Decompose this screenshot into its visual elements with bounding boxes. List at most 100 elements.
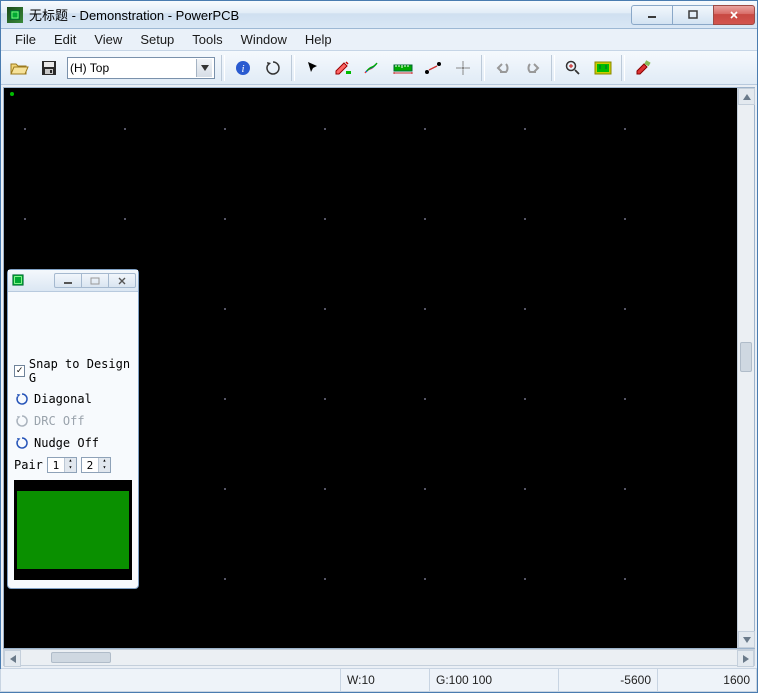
scroll-up-icon[interactable] (738, 88, 755, 105)
grid-dot (624, 578, 626, 580)
nudge-label: Nudge Off (34, 436, 99, 450)
highlight-button[interactable] (329, 54, 357, 82)
info-button[interactable]: i (229, 54, 257, 82)
panel-maximize-button[interactable] (81, 273, 109, 288)
menu-help[interactable]: Help (297, 30, 340, 49)
grid-dot (324, 578, 326, 580)
grid-dot (524, 398, 526, 400)
diagonal-row[interactable]: Diagonal (14, 388, 132, 410)
undo-button[interactable] (489, 54, 517, 82)
grid-dot (424, 488, 426, 490)
grid-dot (124, 128, 126, 130)
toolbar-separator (221, 55, 225, 81)
measure-button[interactable] (389, 54, 417, 82)
scrollbar-thumb[interactable] (51, 652, 111, 663)
drc-row: DRC Off (14, 410, 132, 432)
down-icon[interactable]: ▾ (98, 465, 110, 472)
statusbar: W:10 G:100 100 -5600 1600 (1, 668, 757, 692)
route-button[interactable] (359, 54, 387, 82)
menubar: File Edit View Setup Tools Window Help (1, 29, 757, 51)
close-button[interactable] (713, 5, 755, 25)
grid-dot (424, 128, 426, 130)
scroll-right-icon[interactable] (737, 650, 754, 667)
dimension-button[interactable] (419, 54, 447, 82)
toolbar-separator (291, 55, 295, 81)
toolbar: (H) Top i (1, 51, 757, 85)
snap-center-button[interactable] (449, 54, 477, 82)
pair-a-stepper[interactable]: ▴▾ (47, 457, 77, 473)
grid-dot (524, 578, 526, 580)
grid-dot (624, 218, 626, 220)
panel-body: Snap to Design G Diagonal DRC Off (8, 292, 138, 588)
zoom-button[interactable] (559, 54, 587, 82)
grid-dot (324, 398, 326, 400)
grid-dot (224, 578, 226, 580)
toolbar-separator (551, 55, 555, 81)
select-button[interactable] (299, 54, 327, 82)
diagonal-label: Diagonal (34, 392, 92, 406)
drc-label: DRC Off (34, 414, 85, 428)
redo-button[interactable] (519, 54, 547, 82)
pair-a-input[interactable] (48, 458, 64, 472)
save-button[interactable] (35, 54, 63, 82)
dropdown-icon (196, 59, 212, 77)
menu-tools[interactable]: Tools (184, 30, 230, 49)
board-view-button[interactable] (589, 54, 617, 82)
scroll-left-icon[interactable] (4, 650, 21, 667)
panel-minimize-button[interactable] (54, 273, 82, 288)
scrollbar-track[interactable] (738, 105, 754, 631)
grid-dot (224, 488, 226, 490)
open-button[interactable] (5, 54, 33, 82)
grid-dot (624, 308, 626, 310)
down-icon[interactable]: ▾ (64, 465, 76, 472)
scrollbar-track[interactable] (21, 650, 737, 665)
svg-text:i: i (241, 63, 244, 75)
cycle-button[interactable] (259, 54, 287, 82)
panel-titlebar[interactable] (8, 270, 138, 292)
layer-select[interactable]: (H) Top (67, 57, 215, 79)
grid-dot (424, 218, 426, 220)
status-y: 1600 (657, 669, 757, 692)
menu-setup[interactable]: Setup (132, 30, 182, 49)
nudge-row[interactable]: Nudge Off (14, 432, 132, 454)
menu-view[interactable]: View (86, 30, 130, 49)
grid-dot (24, 218, 26, 220)
horizontal-scrollbar[interactable] (3, 649, 755, 666)
drc-brush-button[interactable] (629, 54, 657, 82)
window-controls (631, 5, 755, 25)
vertical-scrollbar[interactable] (737, 88, 754, 648)
pair-row: Pair ▴▾ ▴▾ (14, 454, 132, 476)
layer-color-swatch[interactable] (17, 491, 129, 569)
cycle-icon (14, 391, 30, 407)
scroll-down-icon[interactable] (738, 631, 755, 648)
maximize-button[interactable] (672, 5, 714, 25)
snap-checkbox-row[interactable]: Snap to Design G (14, 354, 132, 388)
layer-selected-label: (H) Top (70, 61, 109, 75)
minimize-button[interactable] (631, 5, 673, 25)
pair-b-input[interactable] (82, 458, 98, 472)
grid-dot (424, 578, 426, 580)
pair-b-stepper[interactable]: ▴▾ (81, 457, 111, 473)
grid-dot (324, 128, 326, 130)
panel-controls (55, 273, 136, 288)
panel-icon (12, 274, 26, 288)
color-swatch-area (14, 480, 132, 580)
scrollbar-thumb[interactable] (740, 342, 752, 372)
cycle-icon (14, 435, 30, 451)
panel-close-button[interactable] (108, 273, 136, 288)
grid-dot (624, 128, 626, 130)
grid-dot (524, 128, 526, 130)
snap-label: Snap to Design G (29, 357, 132, 385)
grid-dot (524, 308, 526, 310)
menu-file[interactable]: File (7, 30, 44, 49)
menu-edit[interactable]: Edit (46, 30, 84, 49)
status-grid: G:100 100 (429, 669, 559, 692)
grid-dot (324, 308, 326, 310)
checkbox-icon[interactable] (14, 365, 25, 377)
grid-dot (324, 488, 326, 490)
grid-dot (424, 398, 426, 400)
window-title: 无标题 - Demonstration - PowerPCB (29, 5, 631, 24)
menu-window[interactable]: Window (233, 30, 295, 49)
toolbar-separator (621, 55, 625, 81)
grid-dot (224, 308, 226, 310)
